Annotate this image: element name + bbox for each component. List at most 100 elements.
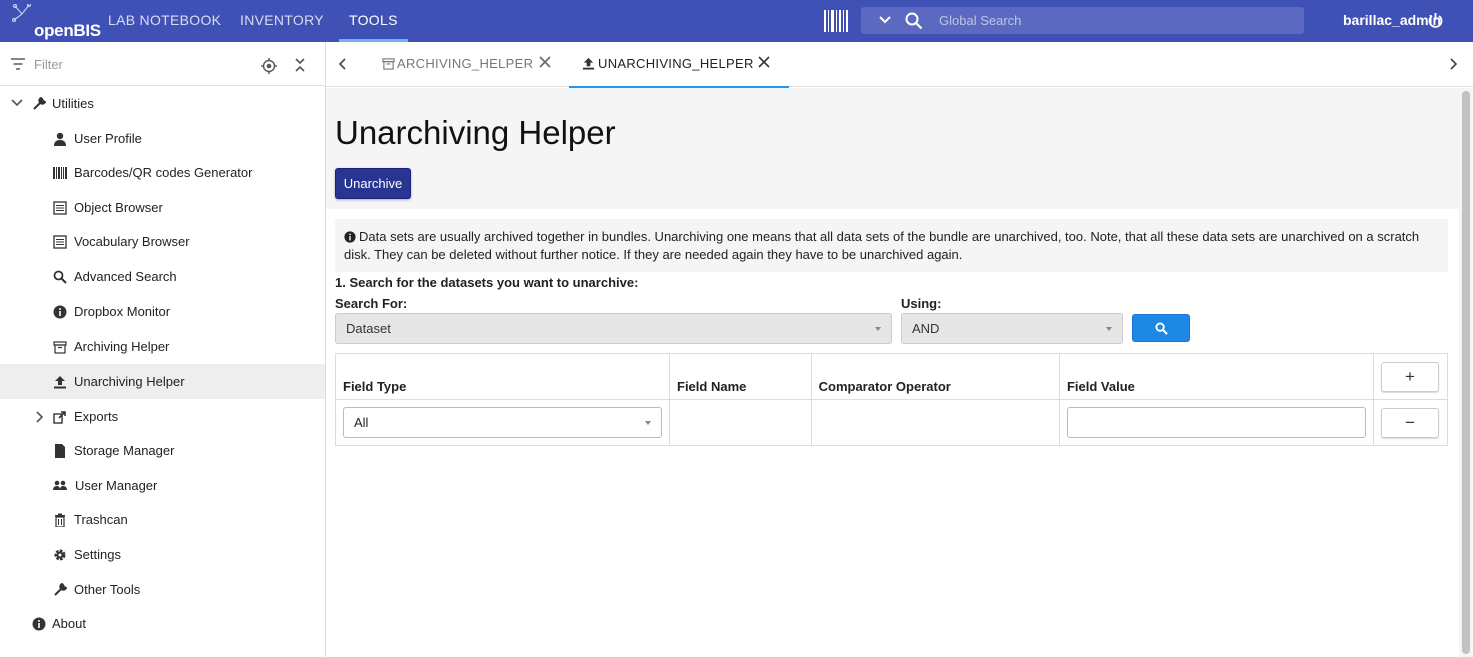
tab-archiving-helper[interactable]: ARCHIVING_HELPER xyxy=(380,42,556,87)
header-actions: + xyxy=(1372,353,1449,400)
wrench-icon xyxy=(33,97,46,110)
sidebar-item-vocabulary-browser[interactable]: Vocabulary Browser xyxy=(0,224,325,259)
sidebar-item-label: Advanced Search xyxy=(74,269,177,284)
list-icon xyxy=(53,201,67,215)
global-search xyxy=(861,7,1304,34)
field-value-input[interactable] xyxy=(1066,407,1366,438)
table-row: All − xyxy=(335,399,1449,446)
tab-label: ARCHIVING_HELPER xyxy=(397,56,534,71)
file-icon xyxy=(55,444,65,458)
sidebar-item-settings[interactable]: Settings xyxy=(0,537,325,572)
chevron-down-icon[interactable] xyxy=(879,13,891,27)
remove-row-button[interactable]: − xyxy=(1380,407,1439,438)
openbis-logo[interactable]: openBIS xyxy=(12,4,101,40)
barcode-icon xyxy=(53,167,67,179)
table-header-row: Field Type Field Name Comparator Operato… xyxy=(335,353,1449,400)
using-value: AND xyxy=(912,321,940,336)
close-icon[interactable] xyxy=(539,56,551,68)
search-icon xyxy=(905,12,923,30)
locate-icon[interactable] xyxy=(261,58,277,74)
sidebar-item-archiving-helper[interactable]: Archiving Helper xyxy=(0,329,325,364)
sidebar-item-exports[interactable]: Exports xyxy=(0,399,325,434)
dropdown-caret-icon xyxy=(645,421,651,425)
search-icon xyxy=(53,270,67,284)
barcode-icon[interactable] xyxy=(824,10,848,32)
sidebar-item-label: User Profile xyxy=(74,131,142,146)
search-for-select[interactable]: Dataset xyxy=(335,313,892,344)
sidebar-item-about[interactable]: About xyxy=(0,606,325,641)
trash-icon xyxy=(55,513,65,527)
dropdown-caret-icon xyxy=(875,327,881,331)
add-row-button[interactable]: + xyxy=(1380,361,1439,392)
sidebar-item-user-manager[interactable]: User Manager xyxy=(0,468,325,503)
sidebar-filter xyxy=(0,42,325,86)
logout-power-icon[interactable] xyxy=(1427,12,1444,29)
top-bar: openBIS LAB NOTEBOOK INVENTORY TOOLS bar… xyxy=(0,0,1473,42)
sidebar-item-label: About xyxy=(52,616,86,631)
sidebar-item-utilities[interactable]: Utilities xyxy=(0,86,325,121)
info-text: Data sets are usually archived together … xyxy=(344,229,1420,262)
sidebar-item-label: User Manager xyxy=(75,478,158,493)
sidebar-item-label: Vocabulary Browser xyxy=(74,234,190,249)
info-icon xyxy=(32,617,46,631)
gear-icon xyxy=(54,549,66,561)
sidebar-item-other-tools[interactable]: Other Tools xyxy=(0,572,325,607)
sidebar-item-label: Object Browser xyxy=(74,200,163,215)
sidebar-item-label: Storage Manager xyxy=(74,443,175,458)
info-box: Data sets are usually archived together … xyxy=(335,219,1448,272)
header-field-value: Field Value xyxy=(1058,353,1374,400)
nav-lab-notebook[interactable]: LAB NOTEBOOK xyxy=(108,0,221,42)
field-type-select[interactable]: All xyxy=(343,407,662,438)
cell-field-type: All xyxy=(335,399,670,446)
collapse-all-icon[interactable] xyxy=(294,57,306,73)
cell-field-value xyxy=(1058,399,1374,446)
sidebar-item-trashcan[interactable]: Trashcan xyxy=(0,502,325,537)
sidebar-item-object-browser[interactable]: Object Browser xyxy=(0,190,325,225)
person-icon xyxy=(54,132,66,146)
main-content: Unarchiving Helper Unarchive Data sets a… xyxy=(326,88,1459,657)
scroll-tabs-left-icon[interactable] xyxy=(338,58,348,70)
sidebar-item-label: Unarchiving Helper xyxy=(74,374,185,389)
search-for-value: Dataset xyxy=(346,321,391,336)
upload-icon xyxy=(582,57,595,70)
logo-mark-icon xyxy=(12,4,32,23)
sidebar-item-unarchiving-helper[interactable]: Unarchiving Helper xyxy=(0,364,325,399)
nav-tools[interactable]: TOOLS xyxy=(339,0,408,42)
sidebar-item-storage-manager[interactable]: Storage Manager xyxy=(0,433,325,468)
close-icon[interactable] xyxy=(758,56,770,68)
cell-comparator-operator xyxy=(810,399,1060,446)
list-icon xyxy=(53,235,67,249)
sidebar-item-label: Trashcan xyxy=(74,512,128,527)
page-header: Unarchiving Helper Unarchive xyxy=(326,88,1459,209)
main-scrollbar[interactable] xyxy=(1459,88,1473,657)
tab-unarchiving-helper[interactable]: UNARCHIVING_HELPER xyxy=(569,42,789,88)
sidebar-item-label: Archiving Helper xyxy=(74,339,170,354)
using-select[interactable]: AND xyxy=(901,313,1123,344)
info-icon xyxy=(344,231,356,243)
unarchive-button[interactable]: Unarchive xyxy=(335,168,411,199)
sidebar-item-label: Barcodes/QR codes Generator xyxy=(74,165,253,180)
section-title: 1. Search for the datasets you want to u… xyxy=(335,275,639,290)
sidebar-item-user-profile[interactable]: User Profile xyxy=(0,121,325,156)
chevron-down-icon[interactable] xyxy=(11,98,23,108)
tab-label: UNARCHIVING_HELPER xyxy=(598,56,754,71)
scrollbar-thumb[interactable] xyxy=(1462,91,1470,654)
page-title: Unarchiving Helper xyxy=(335,114,616,151)
chevron-right-icon[interactable] xyxy=(35,411,45,423)
wrench-icon xyxy=(54,583,67,596)
sidebar-item-advanced-search[interactable]: Advanced Search xyxy=(0,259,325,294)
search-icon xyxy=(1155,322,1168,335)
archive-icon xyxy=(53,341,67,354)
sidebar-item-barcodes[interactable]: Barcodes/QR codes Generator xyxy=(0,155,325,190)
scroll-tabs-right-icon[interactable] xyxy=(1448,58,1458,70)
nav-inventory[interactable]: INVENTORY xyxy=(240,0,324,42)
header-field-name: Field Name xyxy=(669,353,812,400)
sidebar-item-dropbox-monitor[interactable]: Dropbox Monitor xyxy=(0,294,325,329)
cell-actions: − xyxy=(1372,399,1449,446)
filter-input[interactable] xyxy=(34,54,234,74)
search-for-label: Search For: xyxy=(335,296,408,311)
criteria-table: Field Type Field Name Comparator Operato… xyxy=(335,353,1449,446)
global-search-input[interactable] xyxy=(939,7,1289,34)
search-button[interactable] xyxy=(1132,314,1190,342)
tab-bar: ARCHIVING_HELPER UNARCHIVING_HELPER xyxy=(326,42,1473,88)
